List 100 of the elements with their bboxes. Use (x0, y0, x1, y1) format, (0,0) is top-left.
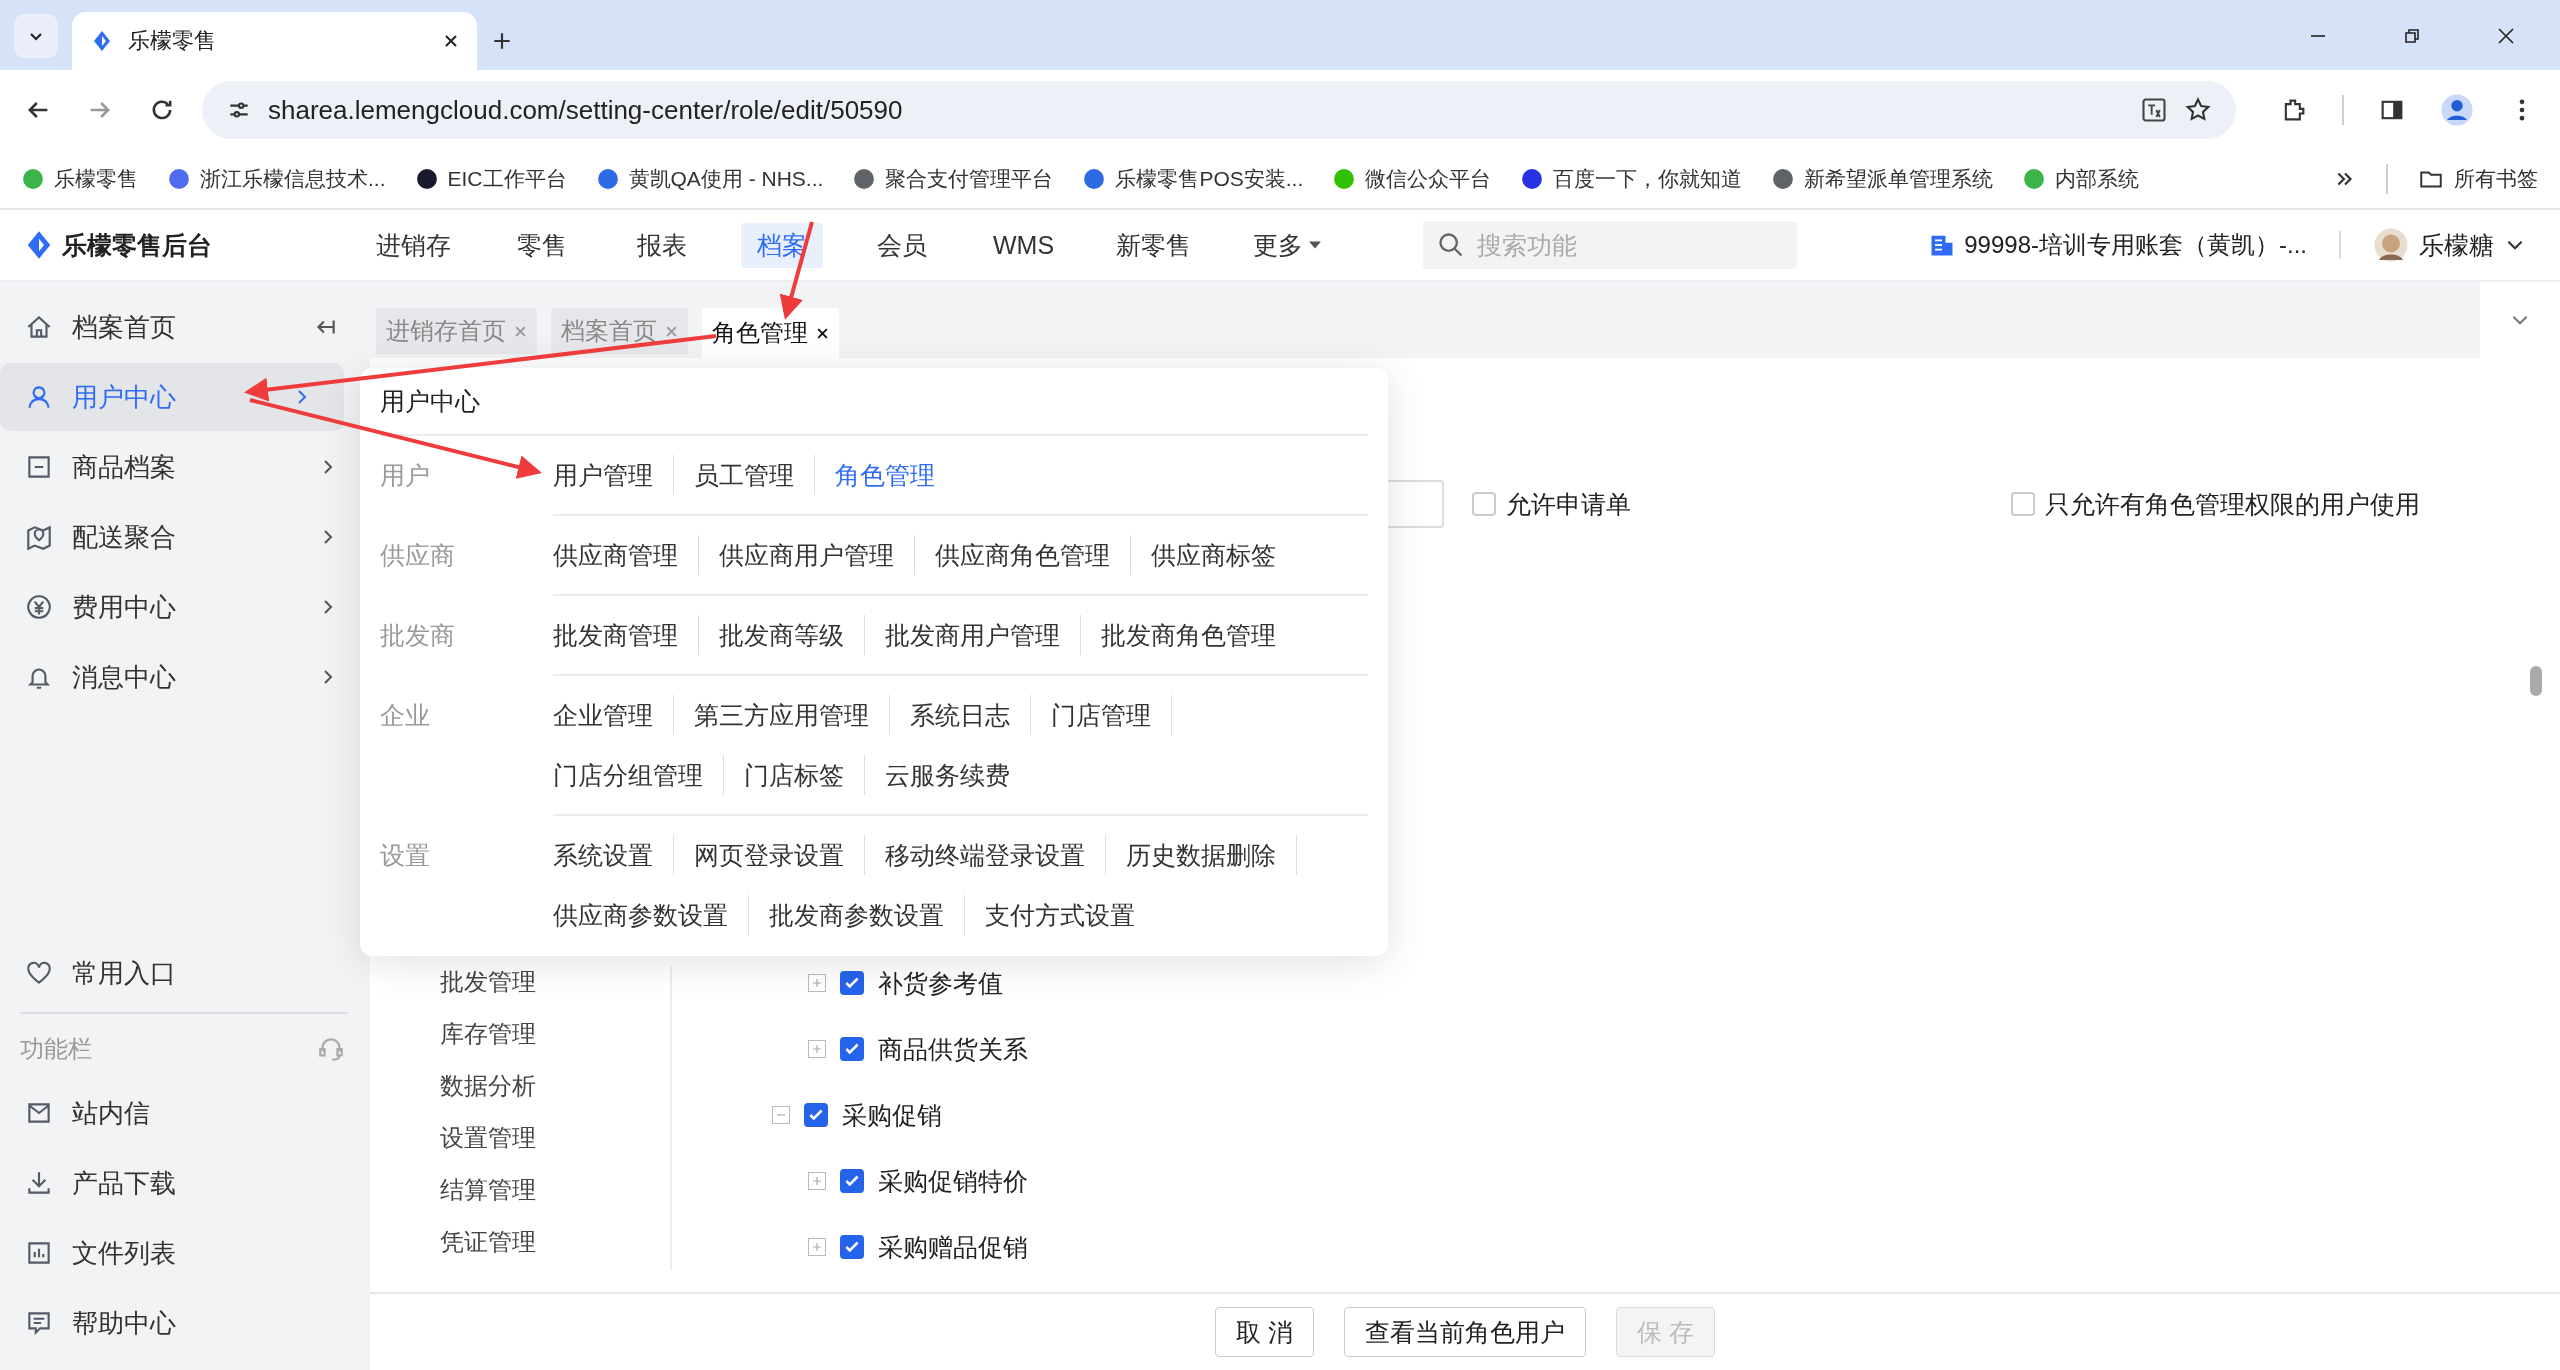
profile-icon[interactable] (2440, 93, 2474, 127)
sidebar-item[interactable]: 消息中心 (0, 643, 370, 711)
bookmark[interactable]: 新希望派单管理系统 (1772, 165, 1994, 193)
checkbox[interactable] (840, 1169, 864, 1193)
sidebar-item[interactable]: 费用中心 (0, 573, 370, 641)
expand-toggle[interactable] (808, 974, 826, 992)
menu-link[interactable]: 批发商参数设置 (769, 895, 965, 935)
menu-link[interactable]: 企业管理 (553, 695, 674, 735)
bookmark[interactable]: 微信公众平台 (1333, 165, 1492, 193)
checkbox[interactable] (804, 1103, 828, 1127)
new-tab-icon[interactable] (491, 30, 513, 52)
menu-link[interactable]: 历史数据删除 (1126, 835, 1297, 875)
checkbox[interactable] (840, 1235, 864, 1259)
tree-node[interactable]: 商品供货关系 (772, 1032, 1028, 1066)
menu-link[interactable]: 批发商用户管理 (885, 615, 1081, 655)
menu-link[interactable]: 系统日志 (910, 695, 1031, 735)
expand-toggle[interactable] (808, 1172, 826, 1190)
bookmark[interactable]: 百度一下，你就知道 (1521, 165, 1743, 193)
expand-toggle[interactable] (808, 1238, 826, 1256)
nav-tab[interactable]: 新零售 (1104, 222, 1204, 268)
sidebar-item[interactable]: 档案首页 (0, 293, 370, 361)
bookmark[interactable]: 内部系统 (2023, 165, 2140, 193)
module-item[interactable]: 凭证管理 (440, 1226, 670, 1258)
bookmark[interactable]: 聚合支付管理平台 (853, 165, 1054, 193)
sidebar-item[interactable]: 帮助中心 (0, 1289, 370, 1357)
translate-icon[interactable] (2140, 96, 2168, 124)
star-icon[interactable] (2184, 96, 2212, 124)
bookmark[interactable]: 浙江乐檬信息技术... (168, 165, 386, 193)
menu-link[interactable]: 角色管理 (835, 455, 955, 495)
nav-tab[interactable]: WMS (981, 222, 1067, 268)
scrollbar-thumb[interactable] (2530, 666, 2542, 696)
menu-link[interactable]: 批发商管理 (553, 615, 699, 655)
nav-tab[interactable]: 更多 (1241, 222, 1334, 268)
bookmark[interactable]: EIC工作平台 (415, 165, 567, 193)
bookmark[interactable]: 乐檬零售 (22, 165, 138, 193)
checkbox[interactable] (840, 1037, 864, 1061)
sidebar-item[interactable]: 文件列表 (0, 1219, 370, 1287)
tree-node[interactable]: 采购赠品促销 (772, 1230, 1028, 1264)
tree-node[interactable]: 采购促销 (772, 1098, 1028, 1132)
all-bookmarks-folder[interactable]: 所有书签 (2418, 165, 2538, 193)
plus-icon (811, 977, 823, 989)
menu-link[interactable]: 第三方应用管理 (694, 695, 890, 735)
close-icon[interactable] (2496, 26, 2516, 46)
nav-tab[interactable]: 零售 (501, 222, 583, 268)
app-title: 乐檬零售后台 (62, 229, 212, 261)
sidebar-item[interactable]: 配送聚合 (0, 503, 370, 571)
checkbox-option[interactable]: 允许申请单 (1472, 487, 1631, 521)
nav-tab[interactable]: 档案 (741, 222, 823, 268)
sidebar-item[interactable]: 站内信 (0, 1079, 370, 1147)
bookmark[interactable]: 乐檬零售POS安装... (1083, 165, 1304, 193)
menu-link[interactable]: 供应商角色管理 (935, 535, 1131, 575)
nav-tab[interactable]: 进销存 (364, 222, 463, 268)
sidebar-item[interactable]: 商品档案 (0, 433, 370, 501)
menu-link[interactable]: 供应商用户管理 (719, 535, 915, 575)
expand-toggle[interactable] (808, 1040, 826, 1058)
menu-link[interactable]: 供应商标签 (1151, 535, 1296, 575)
menu-link[interactable]: 员工管理 (694, 455, 815, 495)
tree-node[interactable]: 采购促销特价 (772, 1164, 1028, 1198)
menu-link[interactable]: 网页登录设置 (694, 835, 865, 875)
footer-button[interactable]: 取 消 (1215, 1307, 1314, 1357)
panel-title: 用户中心 (380, 368, 1368, 436)
module-item[interactable]: 批发管理 (440, 966, 670, 998)
module-item[interactable]: 库存管理 (440, 1018, 670, 1050)
browser-tab[interactable]: 乐檬零售 (72, 12, 477, 70)
module-item[interactable]: 设置管理 (440, 1122, 670, 1154)
menu-link[interactable]: 批发商等级 (719, 615, 865, 655)
search-field[interactable]: 搜索功能 (1423, 221, 1798, 269)
menu-link[interactable]: 门店标签 (744, 755, 865, 795)
module-item[interactable]: 结算管理 (440, 1174, 670, 1206)
tree-node[interactable]: 补货参考值 (772, 966, 1028, 1000)
restore-icon[interactable] (2402, 26, 2422, 46)
checkbox[interactable] (840, 971, 864, 995)
module-item[interactable]: 数据分析 (440, 1070, 670, 1102)
menu-link[interactable]: 门店管理 (1051, 695, 1172, 735)
nav-tab[interactable]: 会员 (861, 222, 943, 268)
menu-link[interactable]: 供应商管理 (553, 535, 699, 575)
menu-link[interactable]: 供应商参数设置 (553, 895, 749, 935)
account-selector[interactable]: 99998-培训专用账套（黄凯）-... (1928, 229, 2307, 261)
bookmark[interactable]: 黄凯QA使用 - NHS... (596, 165, 824, 193)
sidebar-item[interactable]: 产品下载 (0, 1149, 370, 1217)
menu-link[interactable]: 用户管理 (553, 455, 674, 495)
menu-link[interactable]: 门店分组管理 (553, 755, 724, 795)
user-menu[interactable]: 乐檬糖 (2373, 227, 2526, 263)
close-icon[interactable] (443, 33, 459, 49)
menu-link[interactable]: 移动终端登录设置 (885, 835, 1106, 875)
favorites-item[interactable]: 常用入口 (0, 939, 370, 1007)
group-label: 批发商 (380, 620, 456, 651)
footer-button[interactable]: 查看当前角色用户 (1344, 1307, 1586, 1357)
expand-toggle[interactable] (772, 1106, 790, 1124)
menu-link[interactable]: 云服务续费 (885, 755, 1030, 795)
close-icon[interactable] (816, 326, 829, 340)
sidebar-item[interactable]: 用户中心 (0, 363, 344, 431)
menu-link[interactable]: 系统设置 (553, 835, 674, 875)
menu-link[interactable]: 支付方式设置 (985, 895, 1155, 935)
checkbox-option[interactable]: 只允许有角色管理权限的用户使用 (2011, 487, 2420, 521)
address-bar[interactable]: sharea.lemengcloud.com/setting-center/role/edit/50590 (202, 81, 2236, 139)
page-tab[interactable]: 角色管理 (702, 308, 839, 358)
nav-tab[interactable]: 报表 (621, 222, 703, 268)
menu-link[interactable]: 批发商角色管理 (1101, 615, 1296, 655)
group-label: 设置 (380, 840, 431, 871)
